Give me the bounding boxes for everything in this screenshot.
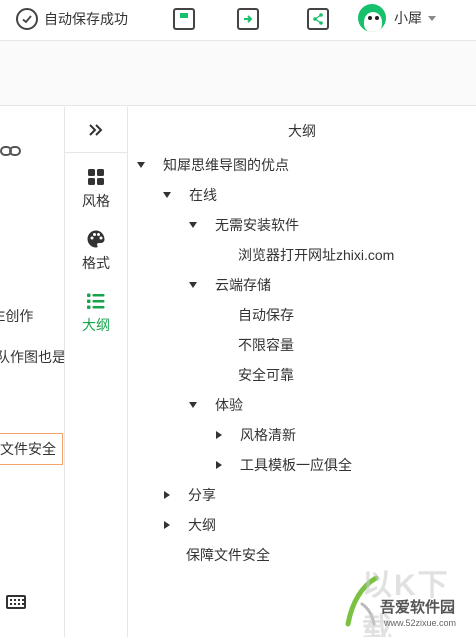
watermark-brand: 吾爱软件园 bbox=[380, 599, 456, 616]
canvas-node-selected[interactable]: 文件安全 bbox=[0, 433, 63, 465]
grid-icon bbox=[86, 167, 106, 187]
outline-node-text: 自动保存 bbox=[238, 307, 294, 323]
caret-down-icon[interactable] bbox=[137, 162, 145, 168]
outline-node-text: 大纲 bbox=[188, 517, 216, 533]
tab-outline[interactable]: 大纲 bbox=[65, 291, 127, 335]
outline-node-text: 保障文件安全 bbox=[186, 547, 270, 563]
list-icon bbox=[86, 291, 106, 311]
outline-title: 大纲 bbox=[288, 123, 316, 139]
outline-node-text: 云端存储 bbox=[215, 277, 271, 293]
outline-node[interactable]: 保障文件安全 bbox=[162, 543, 270, 567]
secondary-toolbar bbox=[0, 40, 476, 106]
outline-node[interactable]: 分享 bbox=[162, 483, 216, 507]
caret-right-icon[interactable] bbox=[164, 521, 170, 529]
watermark: 以K下载 吾爱软件园 www.52zixue.com bbox=[340, 560, 476, 637]
outline-node[interactable]: 在线 bbox=[162, 183, 217, 207]
export-arrow-icon bbox=[244, 15, 253, 23]
outline-node-text: 安全可靠 bbox=[238, 367, 294, 383]
outline-node-text: 风格清新 bbox=[240, 427, 296, 443]
outline-node-text: 浏览器打开网址zhixi.com bbox=[238, 247, 395, 263]
outline-node-text: 工具模板一应俱全 bbox=[240, 457, 352, 473]
avatar bbox=[358, 4, 386, 32]
outline-node[interactable]: 风格清新 bbox=[214, 423, 296, 447]
share-icon bbox=[313, 13, 323, 25]
outline-node[interactable]: 知犀思维导图的优点 bbox=[136, 153, 289, 177]
share-button[interactable] bbox=[307, 8, 329, 30]
outline-node[interactable]: 安全可靠 bbox=[214, 363, 294, 387]
mindmap-canvas[interactable]: E创作 队作图也是 文件安全 bbox=[0, 107, 64, 637]
outline-node[interactable]: 云端存储 bbox=[188, 273, 271, 297]
outline-node-text: 不限容量 bbox=[238, 337, 294, 353]
caret-down-icon[interactable] bbox=[163, 192, 171, 198]
check-circle-icon bbox=[16, 8, 38, 30]
outline-node[interactable]: 无需安装软件 bbox=[188, 213, 299, 237]
outline-node[interactable]: 工具模板一应俱全 bbox=[214, 453, 352, 477]
outline-node[interactable]: 不限容量 bbox=[214, 333, 294, 357]
tab-style[interactable]: 风格 bbox=[65, 167, 127, 211]
outline-node-text: 体验 bbox=[215, 397, 243, 413]
outline-node-text: 在线 bbox=[189, 187, 217, 203]
side-panel: 风格 格式 大纲 bbox=[64, 107, 128, 637]
caret-right-icon[interactable] bbox=[164, 491, 170, 499]
outline-node[interactable]: 浏览器打开网址zhixi.com bbox=[214, 243, 394, 267]
top-bar: 自动保存成功 小犀 bbox=[0, 0, 476, 40]
chevron-down-icon bbox=[428, 15, 436, 21]
caret-right-icon[interactable] bbox=[216, 461, 222, 469]
export-button[interactable] bbox=[237, 8, 259, 30]
user-menu[interactable]: 小犀 bbox=[358, 4, 436, 32]
canvas-node[interactable]: 队作图也是 bbox=[0, 347, 64, 367]
outline-node-text: 无需安装软件 bbox=[215, 217, 299, 233]
palette-icon bbox=[86, 229, 106, 249]
keyboard-icon[interactable] bbox=[6, 595, 26, 609]
caret-down-icon[interactable] bbox=[189, 402, 197, 408]
outline-node-text: 知犀思维导图的优点 bbox=[163, 157, 289, 173]
save-status-text: 自动保存成功 bbox=[44, 11, 128, 27]
caret-right-icon[interactable] bbox=[216, 431, 222, 439]
caret-down-icon[interactable] bbox=[189, 222, 197, 228]
outline-node[interactable]: 体验 bbox=[188, 393, 243, 417]
tab-format-label: 格式 bbox=[82, 255, 110, 271]
outline-node[interactable]: 大纲 bbox=[162, 513, 216, 537]
tab-outline-label: 大纲 bbox=[82, 317, 110, 333]
double-chevron-right-icon bbox=[89, 123, 103, 136]
caret-down-icon[interactable] bbox=[189, 282, 197, 288]
floppy-icon bbox=[180, 13, 188, 18]
collapse-button[interactable] bbox=[65, 107, 127, 153]
tab-style-label: 风格 bbox=[82, 193, 110, 209]
save-status: 自动保存成功 bbox=[16, 7, 128, 31]
tab-format[interactable]: 格式 bbox=[65, 229, 127, 273]
watermark-url: www.52zixue.com bbox=[384, 618, 457, 628]
save-button[interactable] bbox=[173, 8, 195, 30]
link-icon bbox=[0, 146, 21, 156]
outline-node-text: 分享 bbox=[188, 487, 216, 503]
outline-node[interactable]: 自动保存 bbox=[214, 303, 294, 327]
outline-panel: 大纲 知犀思维导图的优点在线无需安装软件浏览器打开网址zhixi.com 云端存储… bbox=[128, 107, 476, 637]
canvas-node[interactable]: E创作 bbox=[0, 306, 33, 326]
user-name: 小犀 bbox=[394, 10, 422, 26]
